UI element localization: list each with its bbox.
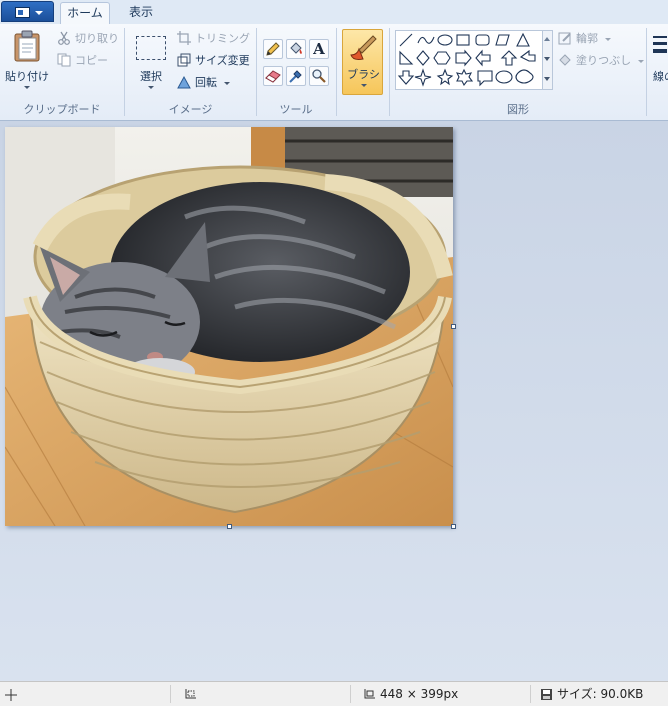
crosshair-icon xyxy=(5,688,17,701)
dimensions-text: 448 × 399px xyxy=(380,687,459,701)
divider xyxy=(336,28,337,116)
copy-label: コピー xyxy=(75,54,108,67)
scroll-up-icon xyxy=(544,37,550,41)
divider xyxy=(350,685,351,703)
text-icon: A xyxy=(313,40,325,58)
size-button[interactable]: 線の xyxy=(650,30,668,90)
crop-icon xyxy=(177,31,191,45)
paste-button[interactable]: 貼り付け xyxy=(4,28,50,94)
chevron-down-icon xyxy=(604,37,611,41)
save-disk-icon xyxy=(541,689,552,700)
app-menu-button[interactable] xyxy=(1,1,54,22)
expand-gallery-icon xyxy=(544,77,550,81)
clipboard-icon xyxy=(14,30,40,62)
outline-button[interactable]: 輪郭 xyxy=(558,30,611,48)
image-group: 選択 トリミング サイズ変更 回転 イメージ xyxy=(125,24,256,120)
crop-label: トリミング xyxy=(195,32,250,45)
cut-label: 切り取り xyxy=(75,32,119,45)
tab-home[interactable]: ホーム xyxy=(60,2,110,24)
select-button[interactable]: 選択 xyxy=(131,28,171,94)
pencil-tool[interactable] xyxy=(263,39,283,59)
brushes-label: ブラシ xyxy=(347,68,380,81)
fill-bucket-icon xyxy=(559,54,571,66)
cut-button[interactable]: 切り取り xyxy=(57,30,119,48)
paste-label: 貼り付け xyxy=(5,70,49,83)
tab-view[interactable]: 表示 xyxy=(118,2,164,24)
chevron-down-icon xyxy=(148,86,154,89)
fill-tool[interactable] xyxy=(286,39,306,59)
chevron-down-icon xyxy=(360,84,367,87)
magnifier-icon xyxy=(312,69,326,83)
resize-handle-bottom[interactable] xyxy=(227,524,232,529)
document-icon xyxy=(15,7,30,18)
shapes-group: 輪郭 塗りつぶし 図形 xyxy=(390,24,646,120)
canvas-image[interactable] xyxy=(5,127,453,526)
chevron-down-icon xyxy=(24,86,30,89)
chevron-down-icon xyxy=(637,59,644,63)
rotate-icon xyxy=(177,75,191,89)
resize-label: サイズ変更 xyxy=(195,54,250,67)
select-label: 選択 xyxy=(140,70,162,83)
file-size: サイズ: 90.0KB xyxy=(540,682,643,706)
shapes-gallery xyxy=(395,30,543,90)
scissors-icon xyxy=(58,31,70,45)
outline-pen-icon xyxy=(558,32,571,45)
rotate-label: 回転 xyxy=(195,76,217,89)
fill-label: 塗りつぶし xyxy=(576,54,632,67)
shapes-scrollbar[interactable] xyxy=(543,30,553,90)
tools-group-label: ツール xyxy=(279,103,313,116)
status-bar: 448 × 399px サイズ: 90.0KB xyxy=(0,681,668,706)
outline-label: 輪郭 xyxy=(576,32,598,45)
chevron-down-icon xyxy=(35,11,43,15)
eraser-tool[interactable] xyxy=(263,66,283,86)
rotate-button[interactable]: 回転 xyxy=(177,74,230,92)
shapes-group-label: 図形 xyxy=(507,103,529,116)
crop-button[interactable]: トリミング xyxy=(177,30,250,48)
eraser-icon xyxy=(265,70,281,83)
shapes-gallery-icons xyxy=(397,32,536,87)
cat-in-basket-photo xyxy=(5,127,453,526)
copy-button[interactable]: コピー xyxy=(57,52,108,70)
tools-group: A ツール xyxy=(257,24,335,120)
clipboard-group: 貼り付け 切り取り コピー クリップボード xyxy=(0,24,124,120)
selection-size xyxy=(183,682,197,706)
filesize-text: サイズ: 90.0KB xyxy=(557,687,644,701)
image-size-icon xyxy=(364,688,375,698)
image-dimensions: 448 × 399px xyxy=(362,682,458,706)
divider xyxy=(530,685,531,703)
brush-icon xyxy=(350,35,377,60)
magnifier-tool[interactable] xyxy=(309,66,329,86)
image-group-label: イメージ xyxy=(168,103,213,116)
canvas-area[interactable] xyxy=(0,121,668,681)
line-width-icon xyxy=(653,36,667,53)
color-picker-tool[interactable] xyxy=(286,66,306,86)
resize-handle-right[interactable] xyxy=(451,324,456,329)
selection-rectangle-icon xyxy=(136,36,166,60)
eyedropper-icon xyxy=(289,70,302,83)
ribbon: 貼り付け 切り取り コピー クリップボード 選択 トリミング サイズ変更 回転 … xyxy=(0,24,668,121)
selection-size-icon xyxy=(185,688,196,698)
pencil-icon xyxy=(266,42,280,56)
resize-icon xyxy=(177,53,191,67)
resize-handle-corner[interactable] xyxy=(451,524,456,529)
chevron-down-icon xyxy=(223,81,230,85)
text-tool[interactable]: A xyxy=(309,39,329,59)
brushes-button[interactable]: ブラシ xyxy=(342,29,383,95)
paint-bucket-icon xyxy=(290,42,302,54)
resize-button[interactable]: サイズ変更 xyxy=(177,52,250,70)
size-label: 線の xyxy=(653,70,668,83)
scroll-down-icon xyxy=(544,57,550,61)
cursor-position xyxy=(4,682,18,706)
fill-shape-button[interactable]: 塗りつぶし xyxy=(558,52,644,70)
divider xyxy=(170,685,171,703)
copy-icon xyxy=(57,53,71,67)
divider xyxy=(646,28,647,116)
clipboard-group-label: クリップボード xyxy=(23,103,101,116)
ribbon-tab-bar: ホーム 表示 xyxy=(0,0,668,25)
